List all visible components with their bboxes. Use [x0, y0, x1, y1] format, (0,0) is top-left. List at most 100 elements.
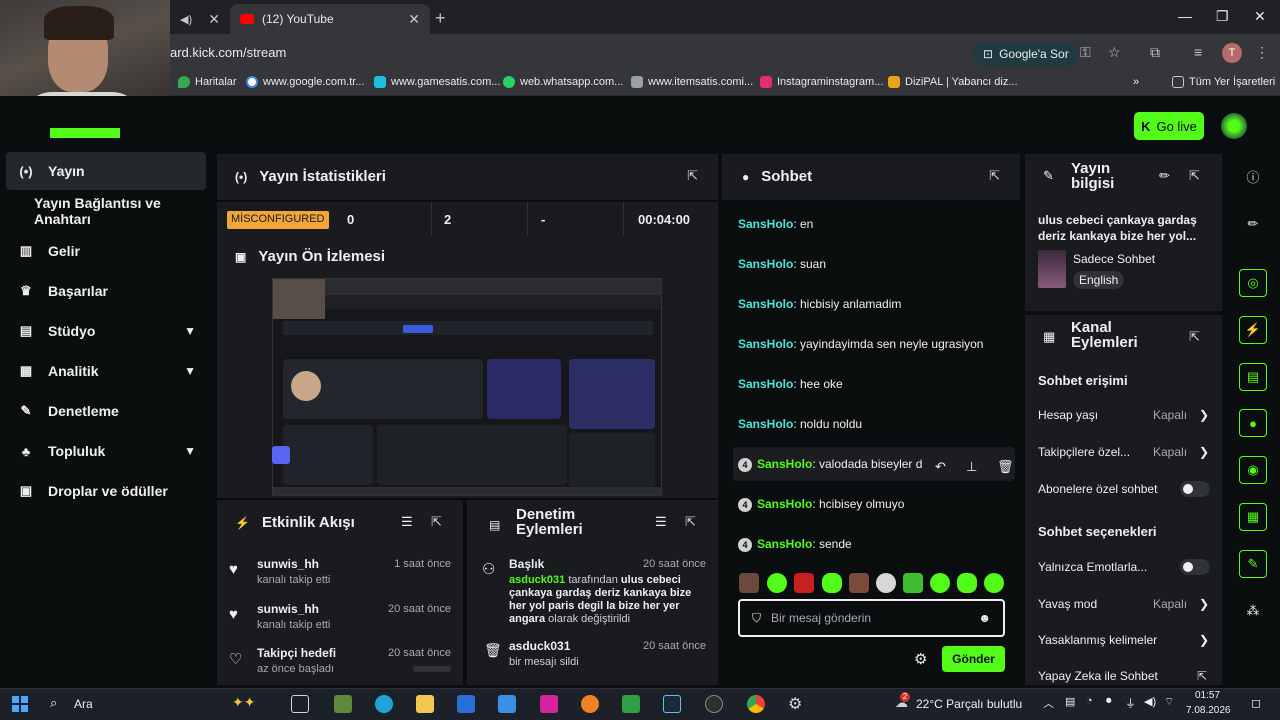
store-icon[interactable]: [457, 695, 475, 713]
windows-start-icon[interactable]: [12, 696, 28, 712]
sidebar-item-droplar[interactable]: ▣ Droplar ve ödüller: [6, 472, 206, 510]
delete-icon[interactable]: 🗑: [997, 459, 1014, 475]
document-icon[interactable]: ▤: [1239, 363, 1267, 391]
emote[interactable]: [849, 573, 869, 593]
emote[interactable]: [957, 573, 977, 593]
popout-icon[interactable]: ⇱: [687, 168, 698, 184]
gpu-icon[interactable]: ◔: [1086, 695, 1093, 707]
chat-input[interactable]: ⛉ Bir mesaj gönderin ☻: [738, 599, 1005, 637]
bookmark-item[interactable]: www.gamesatis.com...: [374, 76, 500, 88]
info-icon[interactable]: ⓘ: [1239, 162, 1267, 190]
chrome-icon[interactable]: [747, 695, 765, 713]
popout-icon[interactable]: ⇱: [685, 514, 696, 530]
close-tab-icon[interactable]: ✕: [408, 11, 420, 28]
close-window-icon[interactable]: ✕: [1254, 8, 1266, 25]
all-bookmarks[interactable]: Tüm Yer İşaretleri: [1172, 76, 1275, 88]
usb-icon[interactable]: ⏚: [1125, 695, 1136, 711]
emote[interactable]: [903, 573, 923, 593]
new-tab-icon[interactable]: +: [435, 8, 446, 29]
search-icon[interactable]: ⌕: [50, 695, 57, 711]
browser-tab-youtube[interactable]: (12) YouTube ✕: [230, 4, 430, 34]
filter-icon[interactable]: ☰: [655, 514, 667, 530]
popout-icon[interactable]: ⇱: [989, 168, 1000, 184]
minimize-icon[interactable]: —: [1178, 8, 1192, 24]
stream-preview-video[interactable]: [272, 278, 662, 496]
file-explorer-icon[interactable]: [416, 695, 434, 713]
external-link-icon[interactable]: ⇱: [1197, 669, 1207, 683]
extensions-icon[interactable]: ⧉: [1150, 44, 1160, 61]
emoji-icon[interactable]: ☻: [978, 611, 991, 625]
close-tab-icon[interactable]: ✕: [208, 11, 220, 28]
emote[interactable]: [767, 573, 787, 593]
chat-settings-gear-icon[interactable]: ⚙: [914, 650, 927, 668]
ai-chat-option[interactable]: Yapay Zeka ile Sohbet: [1038, 669, 1158, 683]
camera-icon[interactable]: ◎: [1239, 269, 1267, 297]
popout-icon[interactable]: ⇱: [1189, 168, 1200, 184]
url-field[interactable]: ard.kick.com/stream: [170, 45, 286, 60]
sidebar-item-stream-key[interactable]: Yayın Bağlantısı ve Anahtarı: [6, 192, 206, 230]
sidebar-item-gelir[interactable]: ▥ Gelir: [6, 232, 206, 270]
emote[interactable]: [984, 573, 1004, 593]
edit-pencil-icon[interactable]: ✏: [1159, 168, 1170, 184]
banned-words-option[interactable]: Yasaklanmış kelimeler: [1038, 633, 1157, 647]
sidebar-item-yayin[interactable]: (•) Yayın: [6, 152, 206, 190]
media-icon[interactable]: ≡: [1194, 44, 1202, 60]
maximize-icon[interactable]: ❐: [1216, 8, 1229, 25]
emote-only-toggle[interactable]: [1180, 559, 1210, 575]
sidebar-item-studyo[interactable]: ▤ Stüdyo ▼: [6, 312, 206, 350]
notification-icon[interactable]: ◻: [1251, 696, 1261, 710]
emote[interactable]: [794, 573, 814, 593]
account-age-option[interactable]: Hesap yaşı: [1038, 408, 1098, 422]
nvidia-icon[interactable]: [622, 695, 640, 713]
go-live-button[interactable]: K Go live: [1134, 112, 1204, 140]
download-icon[interactable]: [272, 446, 290, 464]
key-icon[interactable]: ⚿: [1080, 44, 1091, 61]
bookmark-item[interactable]: web.whatsapp.com...: [503, 76, 623, 88]
browser-tab-audio[interactable]: ◀) ✕: [170, 4, 230, 34]
network-icon[interactable]: ⌔: [1164, 695, 1174, 709]
app-tray-icon[interactable]: ▤: [1065, 695, 1075, 708]
taskbar-search[interactable]: Ara: [74, 697, 93, 711]
chevron-right-icon[interactable]: ❯: [1199, 445, 1209, 459]
popout-icon[interactable]: ⇱: [431, 514, 442, 530]
volume-icon[interactable]: ◀): [1144, 695, 1156, 708]
chevron-right-icon[interactable]: ❯: [1199, 408, 1209, 422]
bookmark-item[interactable]: DiziPAL | Yabancı diz...: [888, 76, 1018, 88]
kick-logo[interactable]: [50, 128, 120, 138]
popout-icon[interactable]: ⇱: [1189, 329, 1200, 345]
sparkle-icon[interactable]: ✦✦: [232, 694, 255, 711]
bookmark-item[interactable]: Instagraminstagram...: [760, 76, 883, 88]
emote[interactable]: [822, 573, 842, 593]
profile-avatar[interactable]: T: [1222, 43, 1242, 63]
mic-icon[interactable]: ⏺: [1106, 695, 1112, 708]
more-bookmarks-icon[interactable]: »: [1133, 76, 1139, 88]
chevron-up-icon[interactable]: ︿: [1043, 695, 1054, 711]
bookmark-item[interactable]: www.google.com.tr...: [246, 76, 365, 88]
bookmark-item[interactable]: www.itemsatis.comi...: [631, 76, 753, 88]
mail-icon[interactable]: [498, 695, 516, 713]
slow-mode-option[interactable]: Yavaş mod: [1038, 597, 1097, 611]
edit-icon[interactable]: ✏: [1239, 210, 1267, 238]
task-view-icon[interactable]: [291, 695, 309, 713]
ask-google-button[interactable]: ⊡ Google'a Sor: [973, 42, 1079, 66]
instagram-app-icon[interactable]: [540, 695, 558, 713]
sidebar-item-analitik[interactable]: ▦ Analitik ▼: [6, 352, 206, 390]
star-icon[interactable]: ☆: [1108, 44, 1121, 61]
chevron-right-icon[interactable]: ❯: [1199, 633, 1209, 647]
subs-only-toggle[interactable]: [1180, 481, 1210, 497]
emote[interactable]: [876, 573, 896, 593]
emote[interactable]: [739, 573, 759, 593]
filter-icon[interactable]: ☰: [401, 514, 413, 530]
bookmark-item[interactable]: Haritalar: [178, 76, 237, 88]
sidebar-item-topluluk[interactable]: ♣ Topluluk ▼: [6, 432, 206, 470]
user-avatar[interactable]: [1221, 113, 1247, 139]
send-button[interactable]: Gönder: [942, 646, 1005, 672]
wrench-icon[interactable]: ✎: [1239, 550, 1267, 578]
chevron-right-icon[interactable]: ❯: [1199, 597, 1209, 611]
clock-date[interactable]: 7.08.2026: [1186, 705, 1231, 716]
weather-text[interactable]: 22°C Parçalı bulutlu: [916, 697, 1022, 711]
add-widget-icon[interactable]: ⁂: [1239, 597, 1267, 625]
followers-only-option[interactable]: Takipçilere özel...: [1038, 445, 1130, 459]
reply-icon[interactable]: ↶: [935, 459, 946, 475]
category-name[interactable]: Sadece Sohbet: [1073, 252, 1155, 266]
